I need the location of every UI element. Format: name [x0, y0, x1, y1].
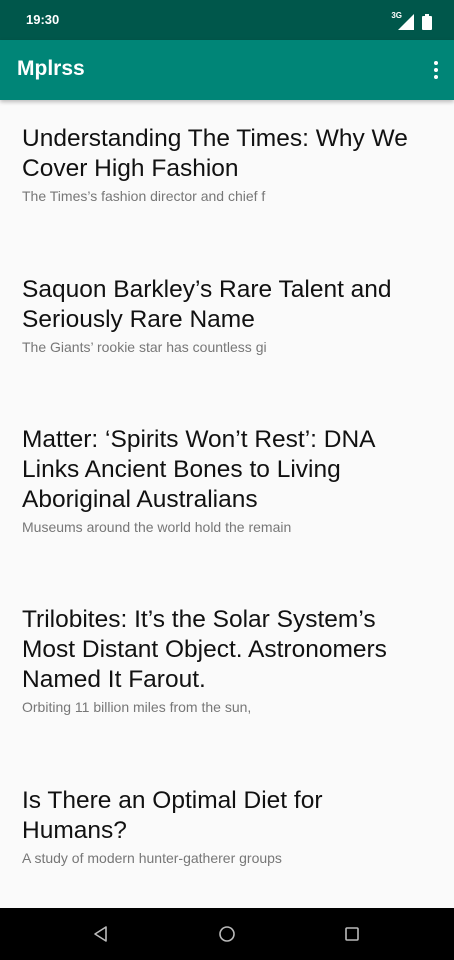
app-bar: Mplrss	[0, 40, 454, 100]
article-summary: The Times’s fashion director and chief f	[22, 188, 266, 204]
home-button[interactable]	[215, 922, 239, 946]
article-item[interactable]: Saquon Barkley’s Rare Talent and Serious…	[22, 275, 432, 355]
article-item[interactable]: Understanding The Times: Why We Cover Hi…	[22, 124, 432, 204]
status-time: 19:30	[26, 12, 60, 27]
article-summary: Orbiting 11 billion miles from the sun,	[22, 699, 252, 715]
article-title: Is There an Optimal Diet for Humans?	[22, 787, 323, 844]
app-title: Mplrss	[17, 57, 85, 80]
article-list: Understanding The Times: Why We Cover Hi…	[0, 100, 454, 908]
more-vert-icon-dot	[434, 68, 438, 72]
article-title: Understanding The Times: Why We Cover Hi…	[22, 125, 408, 182]
recents-icon	[345, 927, 359, 941]
article-title: Trilobites: It’s the Solar System’s Most…	[22, 606, 387, 693]
status-icons: 3G	[391, 11, 432, 30]
navigation-bar	[0, 908, 454, 960]
article-summary: The Giants’ rookie star has countless gi	[22, 339, 267, 355]
article-item[interactable]: Trilobites: It’s the Solar System’s Most…	[22, 605, 432, 715]
recents-button[interactable]	[340, 922, 364, 946]
article-summary: A study of modern hunter-gatherer groups	[22, 850, 282, 866]
article-item[interactable]: Matter: ‘Spirits Won’t Rest’: DNA Links …	[22, 425, 432, 535]
more-vert-icon-dot	[434, 75, 438, 79]
home-icon	[219, 926, 235, 942]
article-item[interactable]: Is There an Optimal Diet for Humans? A s…	[22, 786, 432, 866]
article-title: Matter: ‘Spirits Won’t Rest’: DNA Links …	[22, 426, 375, 513]
back-icon	[94, 926, 107, 942]
article-summary: Museums around the world hold the remain	[22, 519, 292, 535]
article-title: Saquon Barkley’s Rare Talent and Serious…	[22, 276, 392, 333]
signal-icon	[398, 14, 414, 30]
more-vert-icon	[434, 61, 438, 65]
back-button[interactable]	[89, 922, 113, 946]
battery-icon	[422, 14, 432, 30]
more-options-button[interactable]	[430, 56, 442, 84]
status-bar: 19:30 3G	[0, 0, 454, 40]
